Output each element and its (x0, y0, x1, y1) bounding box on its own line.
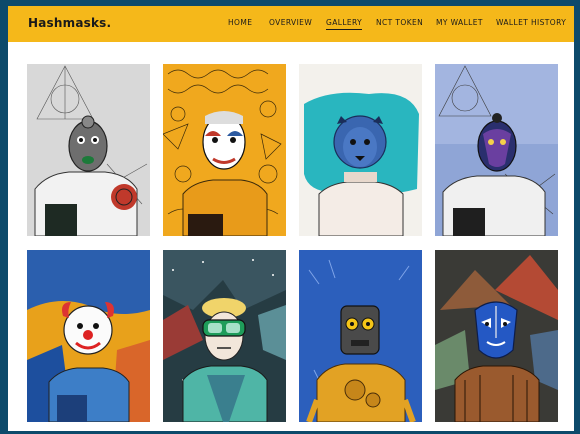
nav-wallet-history[interactable]: WALLET HISTORY (496, 18, 566, 27)
nav-overview[interactable]: OVERVIEW (269, 18, 312, 27)
hashmask-blue-triangle-icon (435, 64, 558, 236)
hashmask-diver-icon (163, 250, 286, 422)
hashmask-clown-icon (27, 250, 150, 422)
nav-nct-token[interactable]: NCT TOKEN (376, 18, 423, 27)
nav-home[interactable]: HOME (228, 18, 252, 27)
gallery-item-6[interactable] (163, 250, 286, 422)
hashmask-yellow-doodle-icon (163, 64, 286, 236)
hashmask-teal-lion-icon (299, 64, 422, 236)
gallery-item-7[interactable] (299, 250, 422, 422)
gallery-item-8[interactable] (435, 250, 558, 422)
hashmask-robot-icon (299, 250, 422, 422)
gallery-item-3[interactable] (299, 64, 422, 236)
nav-gallery[interactable]: GALLERY (326, 18, 363, 30)
page-frame: Hashmasks. HOME OVERVIEW GALLERY NCT TOK… (8, 6, 574, 431)
nav-my-wallet[interactable]: MY WALLET (436, 18, 483, 27)
top-navbar: Hashmasks. HOME OVERVIEW GALLERY NCT TOK… (8, 6, 574, 42)
gallery-item-5[interactable] (27, 250, 150, 422)
brand-logo[interactable]: Hashmasks. (28, 16, 111, 30)
gallery-item-2[interactable] (163, 64, 286, 236)
gallery-item-4[interactable] (435, 64, 558, 236)
hashmask-blue-tribal-mask-icon (435, 250, 558, 422)
hashmask-gray-triangle-icon (27, 64, 150, 236)
gallery-item-1[interactable] (27, 64, 150, 236)
